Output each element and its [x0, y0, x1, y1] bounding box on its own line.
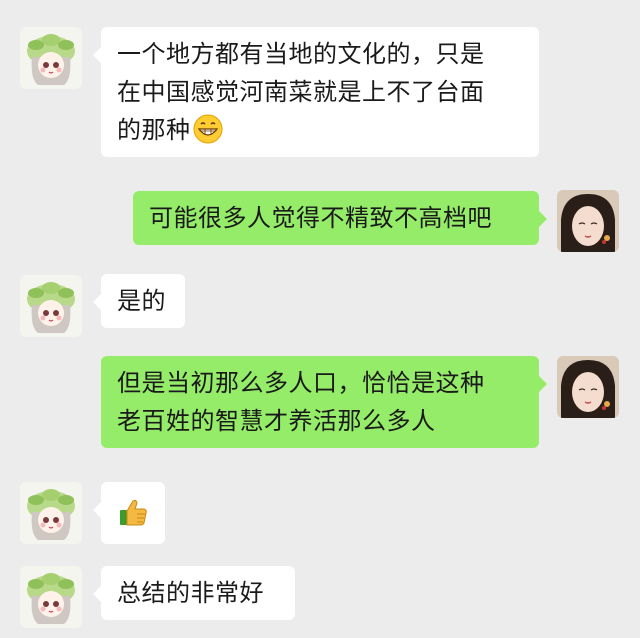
message-text-line: 是的: [117, 287, 166, 315]
message-text-line: 在中国感觉河南菜就是上不了台面: [117, 78, 485, 106]
contact-avatar[interactable]: [20, 482, 82, 544]
message-text-line: 一个地方都有当地的文化的，只是: [117, 40, 485, 68]
message-bubble-incoming[interactable]: 总结的非常好: [93, 566, 295, 620]
message-bubble-incoming[interactable]: 一个地方都有当地的文化的，只是 在中国感觉河南菜就是上不了台面 的那种: [93, 27, 539, 157]
my-avatar[interactable]: [557, 190, 619, 252]
message-bubble-outgoing[interactable]: 但是当初那么多人口，恰恰是这种 老百姓的智慧才养活那么多人: [101, 356, 547, 448]
message-text-line: 老百姓的智慧才养活那么多人: [117, 407, 436, 435]
message-text-line: 总结的非常好: [117, 579, 264, 607]
my-avatar[interactable]: [557, 356, 619, 418]
contact-avatar[interactable]: [20, 566, 82, 628]
message-text-line: 可能很多人觉得不精致不高档吧: [149, 204, 492, 232]
message-text-line: 但是当初那么多人口，恰恰是这种: [117, 369, 485, 397]
message-bubble-outgoing[interactable]: 可能很多人觉得不精致不高档吧: [133, 191, 547, 245]
contact-avatar[interactable]: [20, 27, 82, 89]
thumbs-up-emoji-icon: [117, 496, 149, 528]
contact-avatar[interactable]: [20, 275, 82, 337]
message-text-line: 的那种: [117, 116, 191, 144]
message-bubble-incoming[interactable]: 是的: [93, 274, 185, 328]
grinning-emoji-icon: [193, 114, 223, 144]
message-bubble-incoming[interactable]: [93, 482, 165, 544]
